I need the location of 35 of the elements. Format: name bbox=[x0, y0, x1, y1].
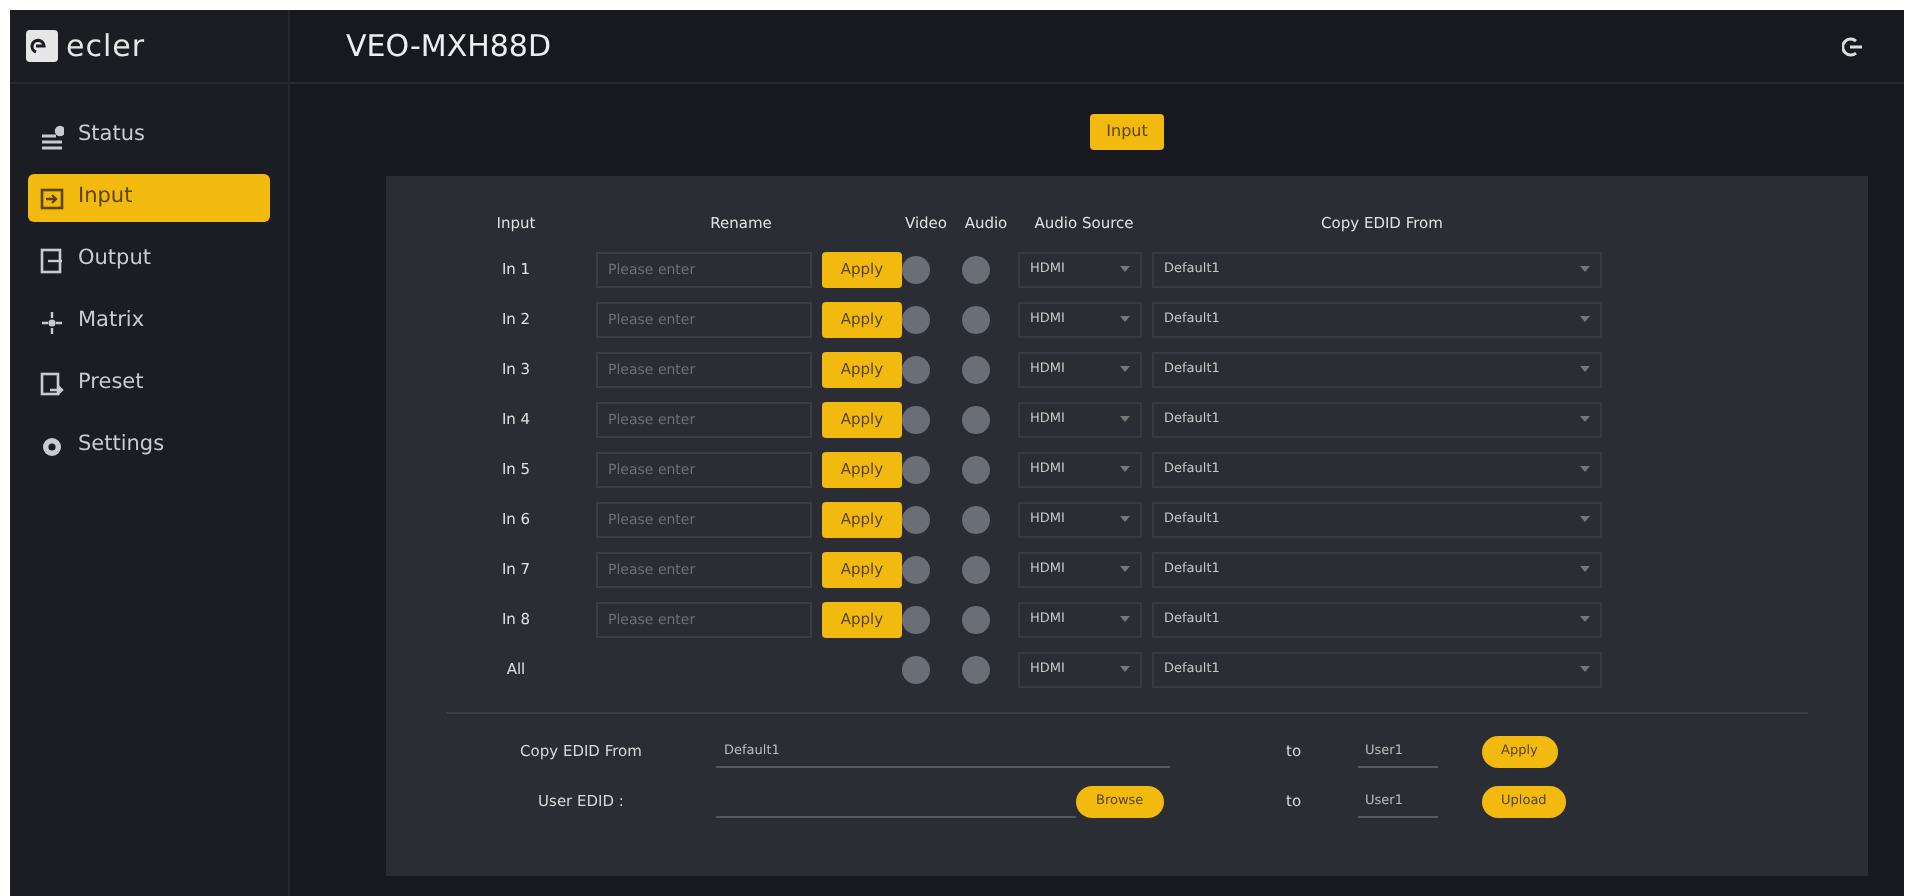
logo-icon bbox=[26, 30, 58, 62]
caret-icon bbox=[1580, 565, 1590, 573]
caret-icon bbox=[1120, 365, 1130, 373]
caret-icon bbox=[1120, 665, 1130, 673]
caret-icon bbox=[1120, 565, 1130, 573]
logout-icon[interactable] bbox=[1842, 35, 1864, 57]
caret-icon bbox=[1580, 515, 1590, 523]
sidebar-item[interactable]: Status bbox=[28, 112, 270, 160]
gear-icon bbox=[40, 433, 64, 459]
caret-icon bbox=[1580, 265, 1590, 273]
caret-icon bbox=[1120, 265, 1130, 273]
caret-icon bbox=[1580, 465, 1590, 473]
caret-icon bbox=[1580, 665, 1590, 673]
list-icon bbox=[40, 123, 64, 149]
caret-icon bbox=[1120, 415, 1130, 423]
caret-icon bbox=[1120, 315, 1130, 323]
section-tab[interactable]: Input bbox=[1090, 114, 1164, 150]
output-icon bbox=[40, 247, 64, 273]
caret-icon bbox=[1580, 615, 1590, 623]
move-icon bbox=[40, 309, 64, 335]
input-icon bbox=[40, 185, 64, 211]
sidebar-item[interactable]: Input bbox=[28, 174, 270, 222]
caret-icon bbox=[1120, 465, 1130, 473]
sidebar-item[interactable]: Matrix bbox=[28, 298, 270, 346]
caret-icon bbox=[1580, 315, 1590, 323]
caret-icon bbox=[1120, 615, 1130, 623]
caret-icon bbox=[1580, 365, 1590, 373]
sidebar-item[interactable]: Output bbox=[28, 236, 270, 284]
sidebar-item[interactable]: Settings bbox=[28, 422, 270, 470]
sidebar-item[interactable]: Preset bbox=[28, 360, 270, 408]
logo-text: ecler bbox=[66, 25, 146, 68]
caret-icon bbox=[1580, 415, 1590, 423]
page-title: VEO-MXH88D bbox=[346, 25, 552, 68]
caret-icon bbox=[1120, 515, 1130, 523]
preset-icon bbox=[40, 371, 64, 397]
